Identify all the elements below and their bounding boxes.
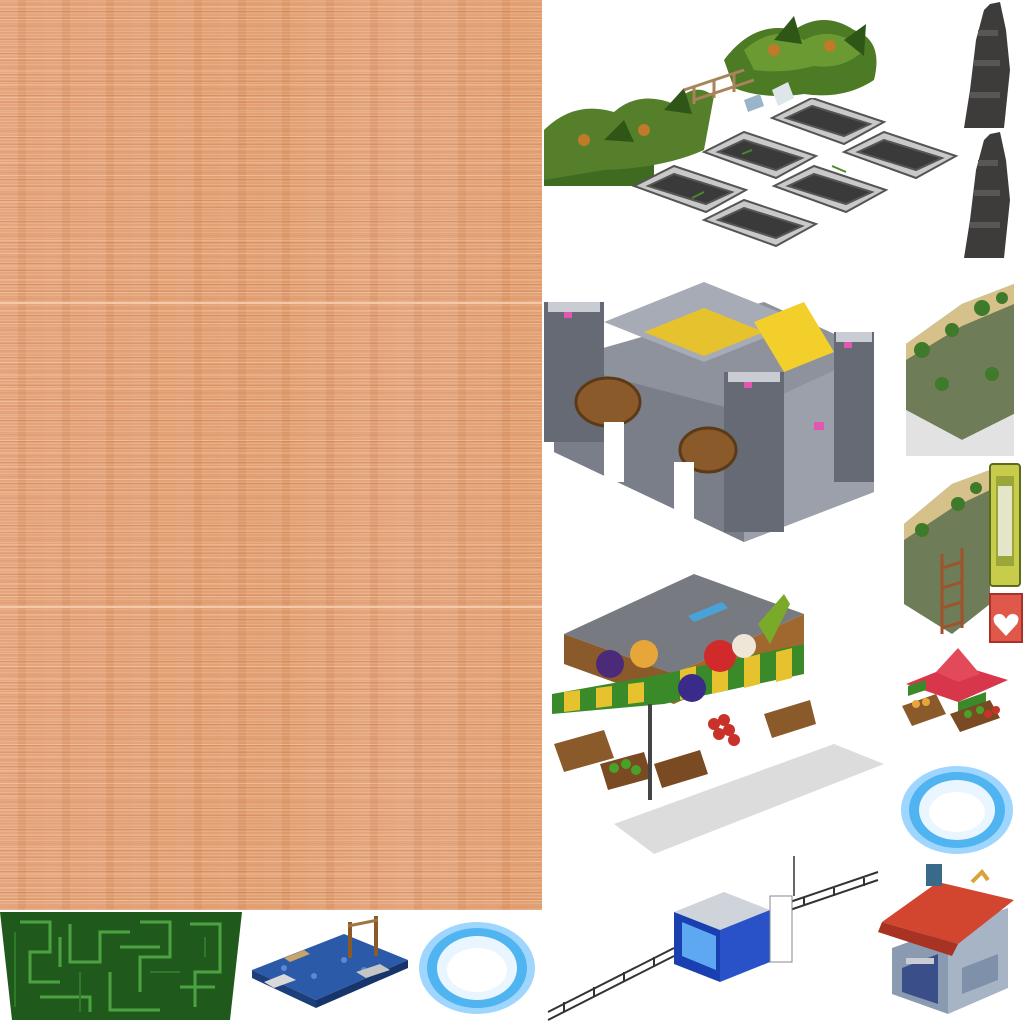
fruit-shop-icon [552,574,884,854]
fruit-market-shop [544,564,894,860]
wood-floor-texture [0,0,542,912]
planter-pit-icon [632,98,959,248]
portal-ring-icon [419,922,535,1014]
empty-planter-pits [632,98,962,262]
wood-tile-3 [0,608,542,910]
wood-tile-2 [0,304,542,606]
stone-pillar-top [960,0,1020,130]
train-car-top-view [988,462,1022,588]
fruit-stall-icon [902,648,1008,732]
stone-pillar-bottom [960,130,1020,260]
stone-pillar-icon [964,132,1010,258]
green-maze-tile [0,912,242,1020]
mossy-rock-terrace [902,264,1014,456]
dock-icon [252,916,408,1008]
blue-portal-ring-small [414,912,540,1022]
stone-arena-building [544,262,882,544]
heart-crate [988,592,1024,644]
pier-dock-platform [244,912,412,1020]
sprite-sheet [0,0,1024,1024]
red-roof-shop [878,858,1020,1016]
blue-kiosk-with-railing [544,856,884,1022]
mossy-rock-icon [906,284,1014,456]
blue-portal-ring-large [898,762,1016,858]
train-car-icon [989,463,1021,587]
maze-icon [0,912,242,1020]
rock-ladder-icon [904,470,990,634]
red-roof-house-icon [878,864,1014,1014]
wood-tile-1 [0,0,542,302]
portal-ring-icon [901,766,1013,854]
fruit-market-stall [896,644,1016,734]
stone-pillar-icon [964,2,1010,128]
mossy-rock-ladder [902,464,992,642]
kiosk-icon [547,856,879,1021]
castle-building-icon [544,282,874,542]
heart-icon [989,593,1023,643]
